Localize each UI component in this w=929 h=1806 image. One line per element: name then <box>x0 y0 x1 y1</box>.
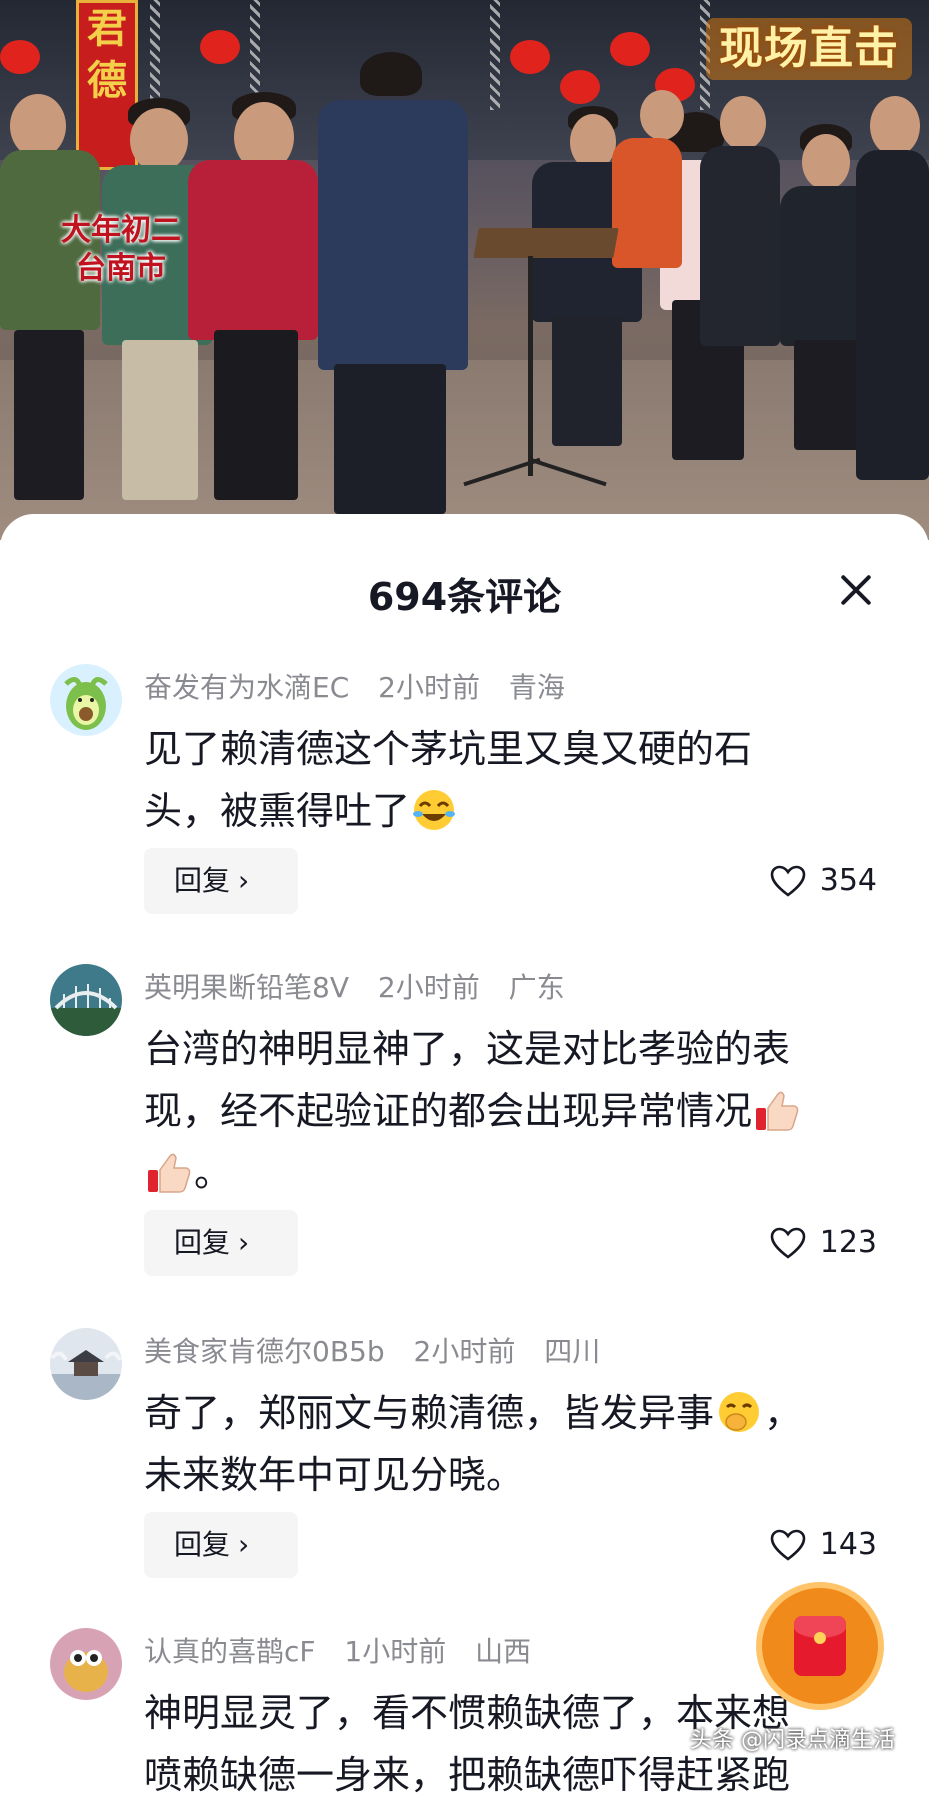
reply-button[interactable]: 回复 › <box>144 848 298 914</box>
comment-text-line: 头，被熏得吐了 <box>144 780 884 842</box>
comment-meta: 奋发有为水滴EC 2小时前 青海 <box>144 666 585 706</box>
stage-truss <box>150 0 160 110</box>
comment-text-line: 奇了，郑丽文与赖清德，皆发异事 ， <box>144 1382 884 1444</box>
reply-label: 回复 <box>174 1226 231 1259</box>
comment-location: 四川 <box>544 1335 601 1368</box>
comment-location: 山西 <box>475 1635 532 1668</box>
pavilion-avatar-icon <box>50 1328 122 1400</box>
avocado-avatar-icon <box>50 664 122 736</box>
like-count: 143 <box>819 1527 877 1562</box>
banner-char: 君 <box>87 6 127 52</box>
comment-text-segment: 头，被熏得吐了 <box>144 789 411 833</box>
close-icon[interactable] <box>828 562 884 618</box>
comment-location: 广东 <box>508 971 565 1004</box>
heart-icon <box>770 865 806 897</box>
like-button[interactable]: 123 <box>770 1210 877 1276</box>
video-caption-right: 现场直击 <box>706 18 912 80</box>
comment-username[interactable]: 美食家肯德尔0B5b <box>144 1335 385 1368</box>
comment-time: 2小时前 <box>413 1335 516 1368</box>
reply-button[interactable]: 回复 › <box>144 1512 298 1578</box>
comment-text-segment: 现，经不起验证的都会出现异常情况 <box>144 1089 753 1133</box>
avatar[interactable] <box>50 1328 122 1400</box>
video-caption-left: 大年初二 台南市 <box>56 212 186 288</box>
like-count: 123 <box>819 1225 877 1260</box>
lantern <box>510 40 550 74</box>
lantern <box>0 40 40 74</box>
temple-banner: 君 德 <box>76 0 138 170</box>
comment-meta: 英明果断铅笔8V 2小时前 广东 <box>144 966 585 1006</box>
comment-location: 青海 <box>508 671 565 704</box>
red-envelope-button[interactable] <box>756 1582 884 1710</box>
comment-text-line: 未来数年中可见分晓。 <box>144 1453 525 1497</box>
music-stand <box>473 228 619 258</box>
music-stand-pole <box>528 256 533 476</box>
stage-truss <box>490 0 500 110</box>
like-count: 354 <box>819 863 877 898</box>
reply-label: 回复 <box>174 1528 231 1561</box>
lantern <box>560 70 600 104</box>
reply-label: 回复 <box>174 864 231 897</box>
chevron-right-icon: › <box>238 1528 250 1561</box>
hand-over-mouth-emoji-icon <box>719 1392 760 1432</box>
comment-username[interactable]: 奋发有为水滴EC <box>144 671 349 704</box>
banner-char: 德 <box>87 58 127 104</box>
heart-icon <box>770 1529 806 1561</box>
comment-text: 台湾的神明显神了，这是对比孝验的表 现，经不起验证的都会出现异常情况 。 <box>144 1018 884 1204</box>
comment-count-title: 694条评论 <box>367 575 562 619</box>
comment-meta: 认真的喜鹊cF 1小时前 山西 <box>144 1630 551 1670</box>
avatar[interactable] <box>50 664 122 736</box>
comments-sheet: 694条评论 奋发有为水滴EC 2小时前 青海 见了赖清德这个茅坑里又臭又硬的石… <box>0 514 929 1797</box>
comment-text-segment: ， <box>764 1391 803 1435</box>
comment-username[interactable]: 认真的喜鹊cF <box>144 1635 316 1668</box>
caption-line: 台南市 <box>76 251 166 286</box>
red-envelope-icon <box>794 1616 846 1676</box>
avatar[interactable] <box>50 1628 122 1700</box>
comment-text: 奇了，郑丽文与赖清德，皆发异事 ， 未来数年中可见分晓。 <box>144 1382 884 1506</box>
comment-text: 见了赖清德这个茅坑里又臭又硬的石 头，被熏得吐了 <box>144 718 884 842</box>
thumbs-up-emoji-icon <box>148 1153 191 1193</box>
landscape-avatar-icon <box>50 964 122 1036</box>
comment-text-line: 现，经不起验证的都会出现异常情况 <box>144 1080 884 1142</box>
chevron-right-icon: › <box>238 1226 250 1259</box>
like-button[interactable]: 143 <box>770 1512 877 1578</box>
chevron-right-icon: › <box>238 864 250 897</box>
comment-text-line: 见了赖清德这个茅坑里又臭又硬的石 <box>144 727 753 771</box>
comment-text-line: 。 <box>144 1142 884 1204</box>
video-frame[interactable]: 君 德 大年初二 台南市 现场直击 <box>0 0 929 540</box>
reply-button[interactable]: 回复 › <box>144 1210 298 1276</box>
caption-line: 大年初二 <box>61 213 181 248</box>
comment-meta: 美食家肯德尔0B5b 2小时前 四川 <box>144 1330 620 1370</box>
comment-text-segment: 。 <box>194 1151 233 1195</box>
comment-text-segment: 奇了，郑丽文与赖清德，皆发异事 <box>144 1391 715 1435</box>
comment-time: 2小时前 <box>378 671 480 704</box>
avatar[interactable] <box>50 964 122 1036</box>
lantern <box>200 30 240 64</box>
like-button[interactable]: 354 <box>770 848 877 914</box>
cartoon-avatar-icon <box>50 1628 122 1700</box>
heart-icon <box>770 1227 806 1259</box>
comment-text-line: 台湾的神明显神了，这是对比孝验的表 <box>144 1027 791 1071</box>
lantern <box>610 32 650 66</box>
comment-time: 2小时前 <box>377 971 480 1004</box>
comment-username[interactable]: 英明果断铅笔8V <box>144 971 349 1004</box>
comment-time: 1小时前 <box>344 1635 447 1668</box>
laughing-crying-emoji-icon <box>413 790 456 830</box>
watermark: 头条 @闪录点滴生活 <box>690 1728 895 1753</box>
thumbs-up-emoji-icon <box>756 1091 799 1131</box>
